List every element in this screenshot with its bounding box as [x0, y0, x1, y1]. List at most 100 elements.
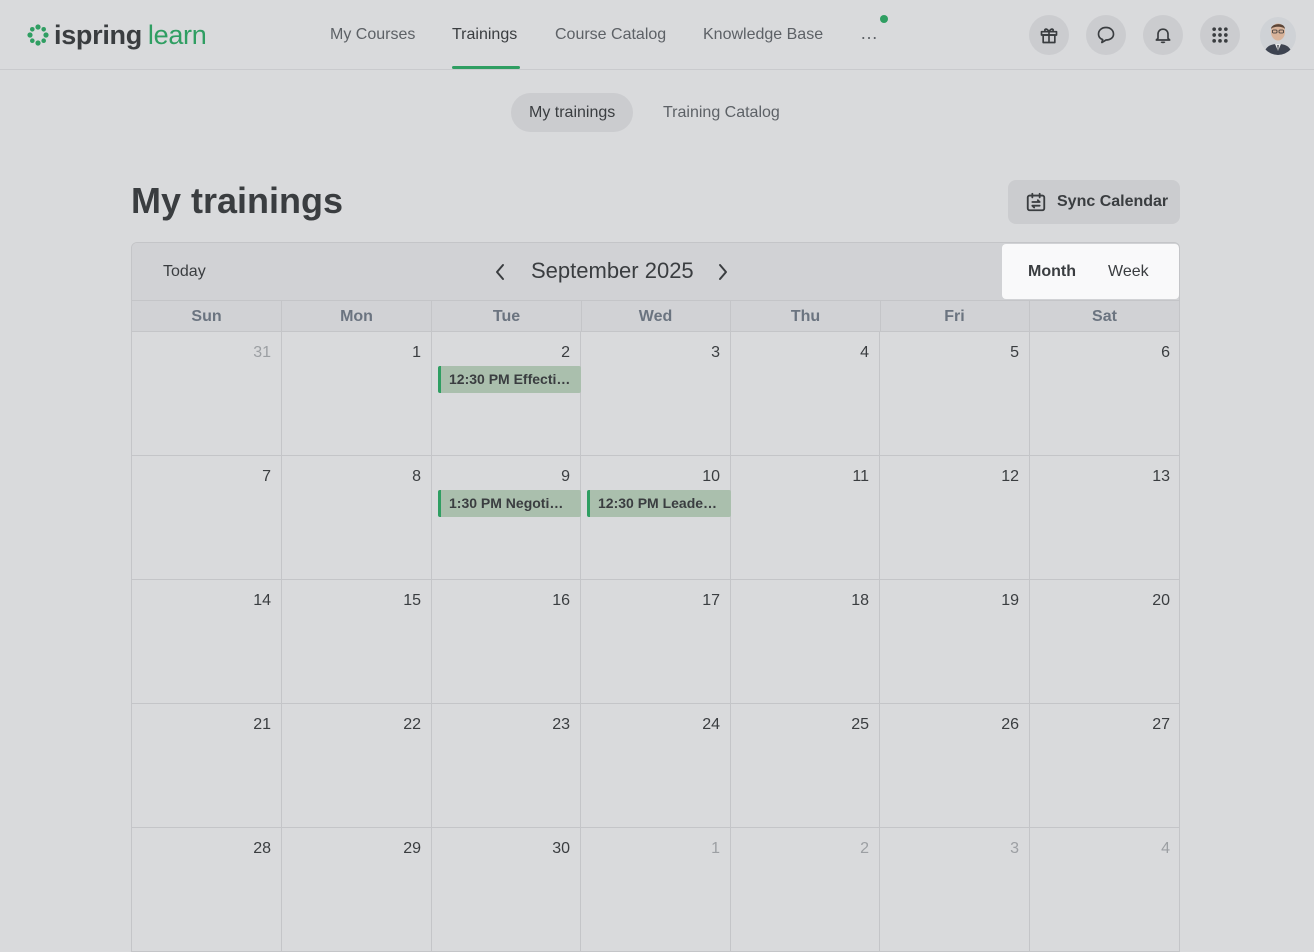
- calendar-day-cell[interactable]: 30: [432, 828, 581, 952]
- day-number: 27: [1152, 716, 1170, 733]
- subtab-training-catalog[interactable]: Training Catalog: [663, 93, 780, 132]
- day-number: 25: [851, 716, 869, 733]
- calendar-day-cell[interactable]: 10: [581, 456, 731, 580]
- nav-course-catalog[interactable]: Course Catalog: [555, 26, 666, 44]
- page-title: My trainings: [131, 180, 344, 221]
- gift-button[interactable]: [1029, 15, 1069, 55]
- calendar-day-cell[interactable]: 1: [282, 332, 432, 456]
- view-week-button[interactable]: Week: [1108, 263, 1149, 281]
- sync-calendar-button[interactable]: Sync Calendar: [1008, 180, 1180, 224]
- calendar-sync-icon: [1026, 192, 1046, 212]
- notification-dot: [880, 15, 888, 23]
- calendar-day-cell[interactable]: 5: [880, 332, 1030, 456]
- day-number: 17: [702, 592, 720, 609]
- calendar-day-cell[interactable]: 2: [731, 828, 880, 952]
- training-event[interactable]: 12:30 PM Effecti…: [438, 366, 581, 393]
- chat-icon: [1097, 26, 1115, 44]
- nav-trainings[interactable]: Trainings: [452, 26, 517, 44]
- user-avatar[interactable]: [1260, 17, 1296, 55]
- chevron-left-icon: [496, 264, 504, 280]
- calendar-day-cell[interactable]: 3: [581, 332, 731, 456]
- calendar-day-cell[interactable]: 25: [731, 704, 880, 828]
- calendar-day-cell[interactable]: 27: [1030, 704, 1179, 828]
- training-event[interactable]: 12:30 PM Leade…: [587, 490, 731, 517]
- sync-calendar-label: Sync Calendar: [1057, 193, 1169, 210]
- weekday-fri: Fri: [880, 301, 1030, 332]
- calendar-day-cell[interactable]: 31: [132, 332, 282, 456]
- day-number: 5: [1010, 344, 1019, 361]
- day-number: 8: [412, 468, 421, 485]
- training-calendar: Today September 2025 Month Week Sun Mon …: [131, 242, 1180, 952]
- notifications-button[interactable]: [1143, 15, 1183, 55]
- nav-knowledge-base[interactable]: Knowledge Base: [703, 26, 823, 44]
- calendar-day-cell[interactable]: 21: [132, 704, 282, 828]
- bell-icon: [1155, 28, 1171, 44]
- day-number: 6: [1161, 344, 1170, 361]
- calendar-day-cell[interactable]: 4: [1030, 828, 1179, 952]
- calendar-day-cell[interactable]: 7: [132, 456, 282, 580]
- calendar-day-cell[interactable]: 24: [581, 704, 731, 828]
- calendar-day-cell[interactable]: 22: [282, 704, 432, 828]
- previous-month-button[interactable]: [490, 260, 510, 284]
- current-month-label: September 2025: [531, 258, 694, 283]
- calendar-day-cell[interactable]: 23: [432, 704, 581, 828]
- subtab-my-trainings[interactable]: My trainings: [511, 93, 634, 132]
- chevron-right-icon: [719, 264, 727, 280]
- logo-text-learn: learn: [147, 19, 207, 50]
- view-toggle: Month Week: [1002, 244, 1179, 299]
- calendar-day-cell[interactable]: 2: [432, 332, 581, 456]
- nav-my-courses[interactable]: My Courses: [330, 26, 415, 44]
- calendar-day-cell[interactable]: 11: [731, 456, 880, 580]
- day-number: 28: [253, 840, 271, 857]
- day-number: 11: [852, 468, 869, 485]
- calendar-day-cell[interactable]: 8: [282, 456, 432, 580]
- calendar-day-cell[interactable]: 13: [1030, 456, 1179, 580]
- training-event[interactable]: 1:30 PM Negoti…: [438, 490, 581, 517]
- weekday-sun: Sun: [132, 301, 282, 332]
- day-number: 19: [1001, 592, 1019, 609]
- calendar-day-cell[interactable]: 29: [282, 828, 432, 952]
- weekday-sat: Sat: [1030, 301, 1179, 332]
- day-number: 9: [561, 468, 570, 485]
- calendar-day-cell[interactable]: 28: [132, 828, 282, 952]
- calendar-day-cell[interactable]: 4: [731, 332, 880, 456]
- day-number: 31: [253, 344, 271, 361]
- day-number: 14: [253, 592, 271, 609]
- calendar-day-cell[interactable]: 18: [731, 580, 880, 704]
- day-number: 4: [1161, 840, 1170, 857]
- day-number: 26: [1001, 716, 1019, 733]
- calendar-day-cell[interactable]: 6: [1030, 332, 1179, 456]
- day-number: 16: [552, 592, 570, 609]
- user-avatar-icon: [1260, 17, 1296, 55]
- top-navigation-bar: ispring learn My Courses Trainings Cours…: [0, 0, 1314, 70]
- weekday-tue: Tue: [432, 301, 582, 332]
- day-number: 2: [561, 344, 570, 361]
- day-number: 3: [711, 344, 720, 361]
- calendar-day-cell[interactable]: 3: [880, 828, 1030, 952]
- today-button[interactable]: Today: [163, 263, 206, 281]
- calendar-day-cell[interactable]: 15: [282, 580, 432, 704]
- day-number: 23: [552, 716, 570, 733]
- messages-button[interactable]: [1086, 15, 1126, 55]
- day-number: 13: [1152, 468, 1170, 485]
- calendar-day-cell[interactable]: 20: [1030, 580, 1179, 704]
- view-month-button[interactable]: Month: [1028, 263, 1076, 281]
- weekday-mon: Mon: [282, 301, 432, 332]
- calendar-day-cell[interactable]: 1: [581, 828, 731, 952]
- apps-button[interactable]: [1200, 15, 1240, 55]
- ispring-learn-logo[interactable]: ispring learn: [26, 18, 207, 52]
- more-menu-button[interactable]: …: [858, 22, 880, 48]
- day-number: 2: [860, 840, 869, 857]
- calendar-day-cell[interactable]: 14: [132, 580, 282, 704]
- calendar-day-cell[interactable]: 9: [432, 456, 581, 580]
- calendar-day-cell[interactable]: 16: [432, 580, 581, 704]
- calendar-day-cell[interactable]: 12: [880, 456, 1030, 580]
- next-month-button[interactable]: [713, 260, 733, 284]
- day-number: 1: [412, 344, 421, 361]
- calendar-day-cell[interactable]: 19: [880, 580, 1030, 704]
- calendar-day-cell[interactable]: 17: [581, 580, 731, 704]
- day-number: 7: [262, 468, 271, 485]
- calendar-day-cell[interactable]: 26: [880, 704, 1030, 828]
- gift-icon: [1040, 28, 1058, 44]
- ispring-flower-icon: [27, 24, 49, 46]
